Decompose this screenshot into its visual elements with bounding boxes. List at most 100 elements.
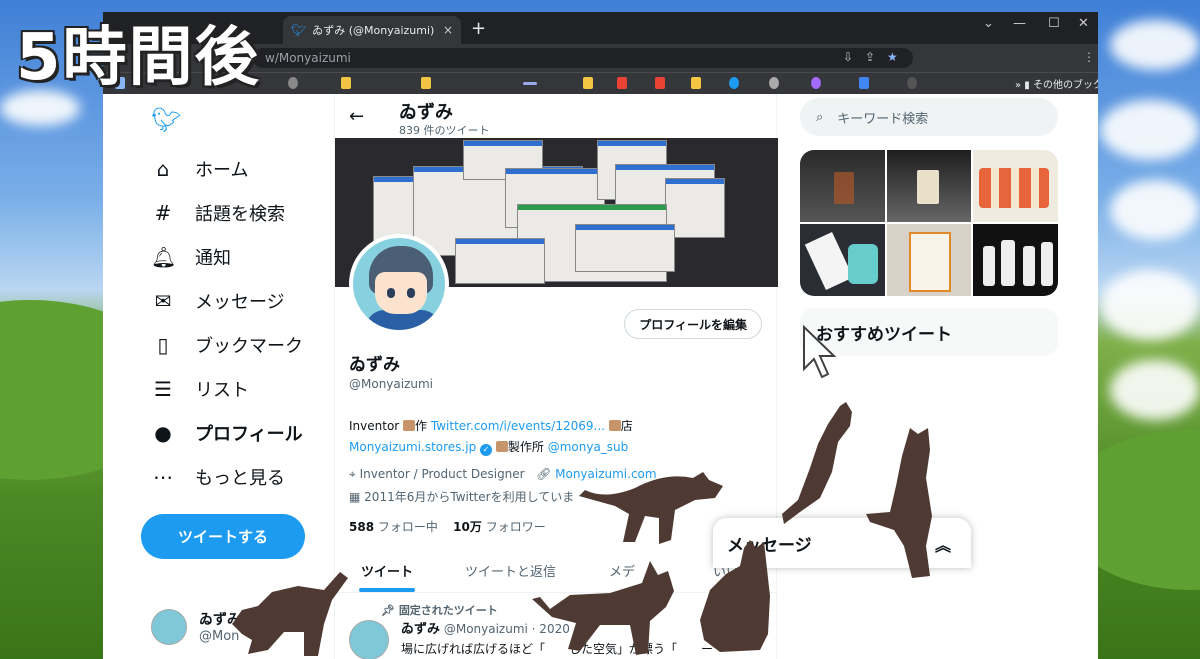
active-tab-indicator [359,588,415,592]
translate-icon[interactable] [859,77,869,89]
tweet-button[interactable]: ツイートする [141,514,305,559]
messenger-icon[interactable] [811,77,821,89]
sidebar-item-label: 通知 [195,248,231,269]
avatar[interactable] [349,620,389,659]
folder-icon[interactable] [341,77,351,89]
follow-stats: 588 フォロー中 10万 フォロワー [349,518,546,535]
url-field[interactable]: w/Monyaizumi [253,48,913,68]
cat-silhouette-icon [782,402,852,524]
twitter-logo-icon[interactable]: 🐦︎ [151,106,181,134]
home-icon: ⌂ [156,157,170,181]
twitter-icon[interactable] [729,77,739,89]
folder-icon[interactable] [583,77,593,89]
sidebar-item[interactable]: ☰ リスト [151,374,249,404]
sidebar-item-label: プロフィール [195,424,303,445]
search-icon: ⌕ [816,109,824,125]
bio-link[interactable]: Twitter.com/i/events/12069... [431,419,605,433]
profile-name: ゐずみ [349,355,400,375]
pinned-label: 📌︎ 固定されたツイート [381,604,498,617]
close-window-icon[interactable]: ✕ [1078,16,1089,31]
share-icon[interactable]: ⇪ [865,50,875,64]
globe-icon[interactable] [288,77,298,89]
mail-icon: ✉ [154,289,172,313]
media-gallery [800,150,1058,296]
bookmark-star-icon[interactable]: ★ [887,50,898,64]
media-thumbnail[interactable] [886,150,972,222]
calendar-icon: ▦ [349,490,361,504]
gmail-icon[interactable] [655,77,665,89]
bell-icon: 🔔︎ [151,245,177,269]
package-icon [403,420,416,431]
followers-link[interactable]: 10万 フォロワー [453,520,546,534]
folder-icon[interactable] [421,77,431,89]
media-thumbnail[interactable] [800,224,885,296]
sidebar-item[interactable]: 🔔︎ 通知 [151,242,231,272]
media-thumbnail[interactable] [973,224,1058,296]
bookmark-icon: ▯ [157,333,169,357]
sidebar-item-label: もっと見る [195,468,285,489]
avatar [151,609,187,645]
new-tab-button[interactable]: + [471,18,486,39]
back-arrow-icon[interactable]: ← [349,106,364,127]
list-icon: ☰ [154,377,172,401]
more-icon: ⋯ [153,465,173,489]
cat-silhouette-icon [232,572,348,656]
hashtag-icon: # [154,201,172,225]
store-link[interactable]: Monyaizumi.stores.jp [349,440,476,454]
tab-title: ゐずみ (@Monyaizumi) さん / Tw [312,24,437,37]
apple-icon[interactable] [769,77,779,89]
sidebar-item-label: ホーム [195,160,249,181]
circle-icon[interactable] [907,77,917,89]
tweet-count: 839 件のツイート [399,124,490,137]
cat-silhouette-icon [579,472,723,544]
package-icon [608,420,621,431]
tab-tweets[interactable]: ツイート [361,561,413,580]
profile-handle: @Monyaizumi [349,377,434,391]
joined-date: ▦ 2011年6月からTwitterを利用していま [349,490,575,504]
sidebar-item[interactable]: ✉ メッセージ [151,286,285,316]
video-caption: 5時間後 [16,21,261,95]
media-thumbnail[interactable] [800,150,885,222]
sidebar-item-label: リスト [195,380,249,401]
tab-search-icon[interactable]: ⌄ [983,16,994,31]
sidebar-item[interactable]: ⌂ ホーム [151,154,249,184]
cat-silhouette-icon [700,540,770,652]
minimize-icon[interactable]: — [1013,16,1026,31]
sidebar-item[interactable]: ▯ ブックマーク [151,330,303,360]
menu-kebab-icon[interactable]: ⋮ [1083,50,1095,64]
cat-silhouette-icon [532,561,674,655]
search-input[interactable]: ⌕ キーワード検索 [800,98,1058,136]
sidebar-item-label: 話題を検索 [195,204,285,225]
twitter-favicon-icon: 🐦︎ [291,23,307,37]
sub-account-link[interactable]: @monya_sub [548,440,629,454]
sidebar-item[interactable]: ● プロフィール [151,418,303,448]
browser-tab[interactable]: 🐦︎ ゐずみ (@Monyaizumi) さん / Tw × [283,16,461,44]
sidebar-item[interactable]: ⋯ もっと見る [151,462,285,492]
media-thumbnail[interactable] [973,150,1058,222]
download-icon[interactable]: ⇩ [843,50,853,64]
gmail-icon[interactable] [617,77,627,89]
other-bookmarks[interactable]: » ▮ その他のブックマーク [1015,76,1098,91]
bio-line: Inventor 作 Twitter.com/i/events/12069...… [349,419,633,433]
cat-silhouette-icon [866,428,932,578]
media-thumbnail[interactable] [886,224,972,296]
link-icon: 🔗︎ [536,467,552,481]
person-icon: ● [154,421,172,445]
location-icon: ⌖ [349,467,356,481]
package-icon [495,441,508,452]
check-icon: ✓ [480,444,493,456]
sidebar-item[interactable]: # 話題を検索 [151,198,285,228]
sidebar-item-label: ブックマーク [195,336,303,357]
bookmark-icon[interactable] [523,82,537,85]
mouse-cursor-icon [803,325,837,379]
pin-icon: 📌︎ [381,604,395,617]
page-title: ゐずみ [399,102,453,123]
maximize-icon[interactable]: ☐ [1048,16,1060,31]
folder-icon[interactable] [691,77,701,89]
following-link[interactable]: 588 フォロー中 [349,520,438,534]
bio-line: Monyaizumi.stores.jp ✓ 製作所 @monya_sub [349,440,629,456]
profile-avatar[interactable] [349,234,449,334]
sidebar-item-label: メッセージ [195,292,285,313]
tab-close-icon[interactable]: × [443,23,453,37]
edit-profile-button[interactable]: プロフィールを編集 [624,309,762,339]
